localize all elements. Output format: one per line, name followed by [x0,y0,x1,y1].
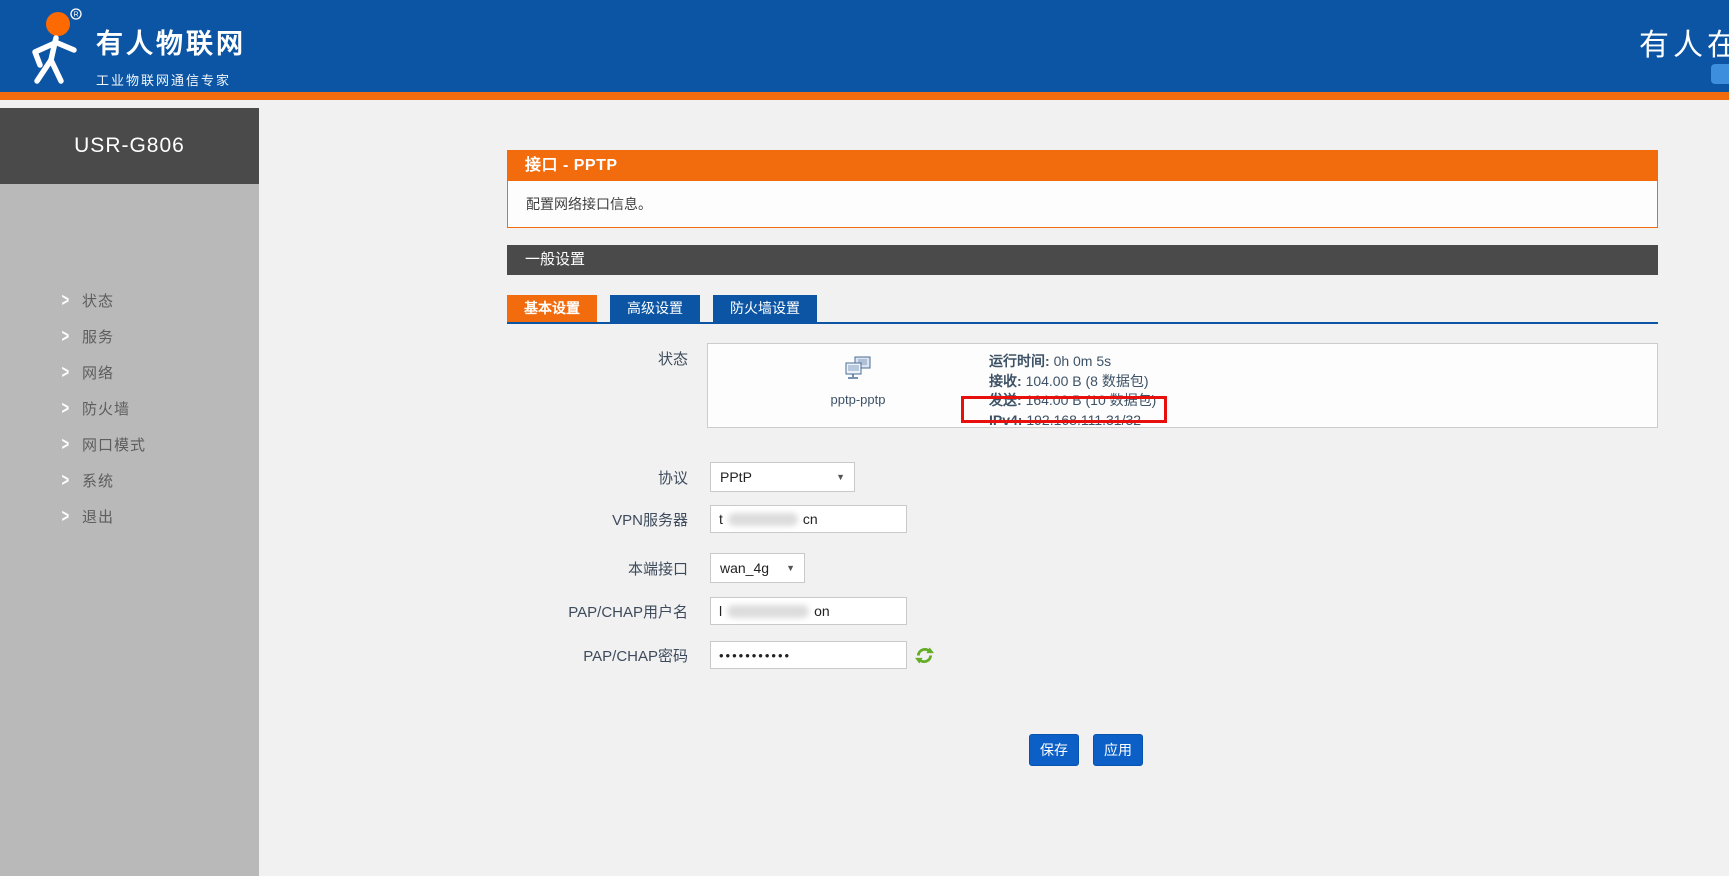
refresh-password-icon[interactable] [915,647,934,664]
vpn-server-input[interactable]: t cn [710,505,907,533]
chevron-right-icon: > [62,469,81,490]
username-row: PAP/CHAP用户名 l on [507,597,907,625]
form-actions: 保存 应用 [1029,734,1143,766]
page-title: 接口 - PPTP [507,150,1658,181]
vpn-server-row: VPN服务器 t cn [507,505,907,533]
brand-subtitle: 工业物联网通信专家 [96,70,246,89]
router-admin-page: R 有人物联网 工业物联网通信专家 有人在 USR-G806 > 状态 [0,0,1729,876]
header-slogan: 有人在 [1639,20,1729,64]
password-row: PAP/CHAP密码 ••••••••••• [507,641,934,669]
chevron-right-icon: > [62,361,81,382]
header-cutoff-button[interactable] [1711,64,1729,84]
sidebar-item-logout[interactable]: > 退出 [0,498,259,534]
device-model-title: USR-G806 [0,108,259,184]
redacted-text [727,605,809,618]
sidebar-item-status[interactable]: > 状态 [0,282,259,318]
network-interface-icon [844,367,872,384]
local-interface-row: 本端接口 wan_4g ▼ [507,553,805,583]
interface-name: pptp-pptp [803,392,913,407]
sidebar-item-services[interactable]: > 服务 [0,318,259,354]
ipv4-highlight-annotation [961,396,1167,423]
protocol-select[interactable]: PPtP ▼ [710,462,855,492]
settings-tabs: 基本设置 高级设置 防火墙设置 [507,295,1658,324]
chevron-right-icon: > [62,325,81,346]
rx-line: 接收: 104.00 B (8 数据包) [989,372,1156,392]
status-row-label: 状态 [507,348,688,369]
dropdown-arrow-icon: ▼ [822,472,845,482]
chevron-right-icon: > [62,433,81,454]
redacted-text [728,513,798,526]
tab-firewall-settings[interactable]: 防火墙设置 [713,295,817,322]
chevron-right-icon: > [62,397,81,418]
dropdown-arrow-icon: ▼ [772,563,795,573]
save-button[interactable]: 保存 [1029,734,1079,766]
sidebar-item-port-mode[interactable]: > 网口模式 [0,426,259,462]
registered-mark: R [73,12,78,19]
interface-status-box: pptp-pptp 运行时间: 0h 0m 5s 接收: 104.00 B (8… [707,343,1658,428]
main-content: 接口 - PPTP 配置网络接口信息。 一般设置 基本设置 高级设置 防火墙设置… [507,150,1658,876]
apply-button[interactable]: 应用 [1093,734,1143,766]
pap-chap-password-input[interactable]: ••••••••••• [710,641,907,669]
brand-title: 有人物联网 [96,22,246,61]
uptime-line: 运行时间: 0h 0m 5s [989,352,1156,372]
brand-block: 有人物联网 工业物联网通信专家 [96,22,246,89]
usr-iot-logo-icon: R [22,8,88,90]
app-header: R 有人物联网 工业物联网通信专家 有人在 [0,0,1729,100]
local-interface-select[interactable]: wan_4g ▼ [710,553,805,583]
tab-advanced-settings[interactable]: 高级设置 [610,295,700,322]
sidebar: USR-G806 > 状态 > 服务 > 网络 > 防火墙 > 网口模式 [0,108,259,876]
sidebar-menu: > 状态 > 服务 > 网络 > 防火墙 > 网口模式 > 系统 [0,184,259,534]
tab-basic-settings[interactable]: 基本设置 [507,295,597,322]
protocol-row: 协议 PPtP ▼ [507,462,855,492]
interface-block: pptp-pptp [803,356,913,407]
sidebar-item-system[interactable]: > 系统 [0,462,259,498]
sidebar-item-network[interactable]: > 网络 [0,354,259,390]
section-title: 一般设置 [507,245,1658,275]
pap-chap-username-input[interactable]: l on [710,597,907,625]
page-description: 配置网络接口信息。 [507,181,1658,228]
chevron-right-icon: > [62,505,81,526]
chevron-right-icon: > [62,289,81,310]
sidebar-item-firewall[interactable]: > 防火墙 [0,390,259,426]
